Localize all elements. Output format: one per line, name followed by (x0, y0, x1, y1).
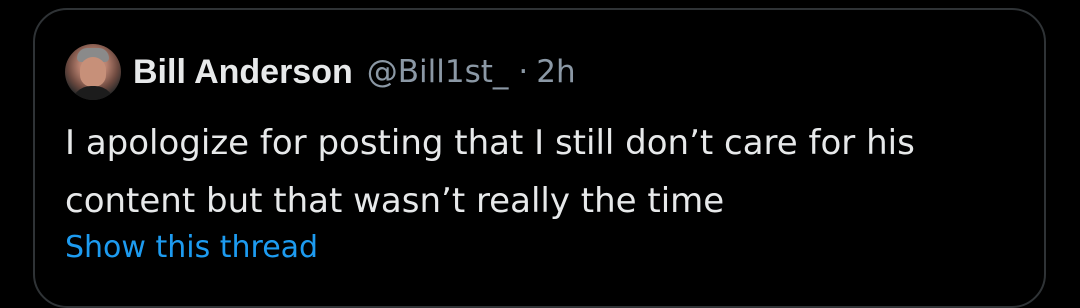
avatar[interactable] (65, 44, 121, 100)
show-thread-link[interactable]: Show this thread (65, 230, 318, 265)
post-header: Bill Anderson @Bill1st_ · 2h (65, 40, 576, 104)
author-handle[interactable]: @Bill1st_ (367, 54, 509, 90)
post-timestamp[interactable]: 2h (536, 54, 575, 90)
avatar-shirt (71, 86, 115, 100)
quoted-post-card[interactable]: Bill Anderson @Bill1st_ · 2h I apologize… (33, 8, 1046, 308)
post-text: I apologize for posting that I still don… (65, 123, 915, 221)
avatar-face (80, 57, 106, 87)
author-name[interactable]: Bill Anderson (133, 53, 353, 92)
separator-dot: · (518, 54, 529, 90)
